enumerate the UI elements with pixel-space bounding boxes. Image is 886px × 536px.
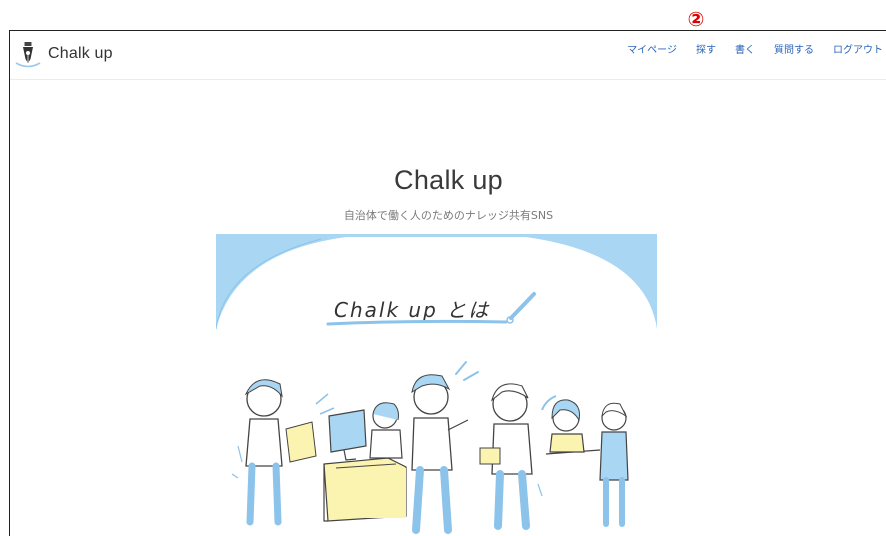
nav-logout-link[interactable]: ログアウト <box>833 41 883 56</box>
browser-page: Chalk up マイページ 探す 書く 質問する ログアウト Chalk up… <box>9 30 886 536</box>
nav-mypage-link[interactable]: マイページ <box>627 41 677 56</box>
navbar: Chalk up マイページ 探す 書く 質問する ログアウト <box>10 31 886 80</box>
hero-title: Chalk up <box>394 165 503 195</box>
nav-search-link[interactable]: 探す <box>696 41 716 56</box>
annotation-marker: ② <box>687 7 705 31</box>
illustration-title: Chalk up とは <box>334 298 490 322</box>
main-nav: マイページ 探す 書く 質問する ログアウト <box>608 31 883 65</box>
nav-write-link[interactable]: 書く <box>735 41 755 56</box>
hero-illustration: Chalk up とは <box>216 234 657 536</box>
hero-subtitle: 自治体で働く人のためのナレッジ共有SNS <box>343 209 554 222</box>
pen-nib-logo-icon <box>15 42 41 68</box>
brand-name: Chalk up <box>48 45 113 62</box>
nav-ask-question-link[interactable]: 質問する <box>774 41 814 56</box>
brand-link[interactable]: Chalk up <box>14 37 113 71</box>
